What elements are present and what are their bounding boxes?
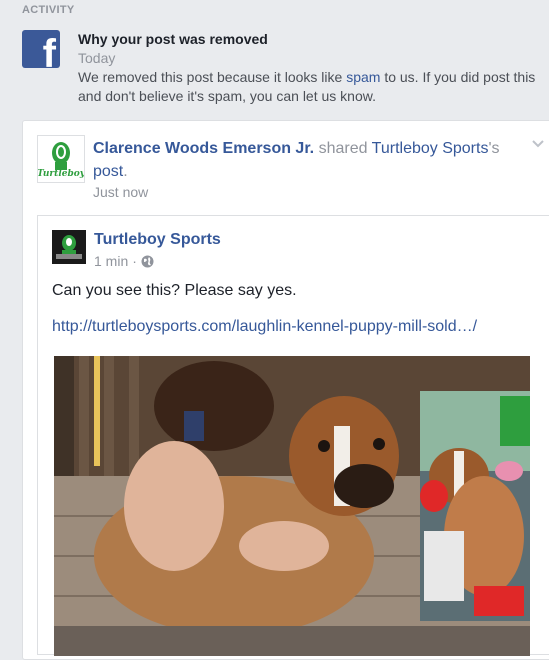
notice-body: We removed this post because it looks li… (78, 68, 548, 106)
post-text: Can you see this? Please say yes. (52, 282, 297, 299)
sharer-avatar-text: Turtleboy (38, 169, 84, 179)
shared-word: shared (314, 140, 372, 157)
facebook-logo-icon: f (22, 30, 60, 68)
share-header: Clarence Woods Emerson Jr. shared Turtle… (93, 137, 523, 183)
sharer-name-link[interactable]: Clarence Woods Emerson Jr. (93, 140, 314, 157)
globe-icon (141, 255, 154, 268)
chevron-down-icon[interactable] (531, 137, 545, 151)
notice-body-text: We removed this post because it looks li… (78, 69, 347, 85)
original-post: Turtleboy Sports 1 min · Can you see thi… (37, 215, 549, 656)
page-name-link[interactable]: Turtleboy Sports (94, 231, 221, 249)
notice-title: Why your post was removed (78, 31, 268, 47)
shared-post-link[interactable]: post (93, 163, 123, 180)
spam-link[interactable]: spam (346, 69, 380, 85)
post-meta: 1 min · (94, 253, 154, 269)
page-avatar[interactable] (52, 230, 86, 264)
post-time[interactable]: 1 min (94, 253, 128, 269)
share-timestamp[interactable]: Just now (93, 184, 148, 200)
meta-separator: · (132, 253, 137, 269)
link-preview-image[interactable] (54, 356, 530, 656)
activity-section-label: ACTIVITY (22, 4, 75, 16)
sharer-avatar[interactable]: Turtleboy (37, 135, 86, 183)
possessive: 's (488, 140, 500, 157)
shared-page-link[interactable]: Turtleboy Sports (372, 140, 489, 157)
period: . (123, 163, 128, 180)
post-url-link[interactable]: http://turtleboysports.com/laughlin-kenn… (52, 318, 477, 336)
shared-post-card: Turtleboy Clarence Woods Emerson Jr. sha… (22, 120, 549, 660)
notice-date: Today (78, 50, 116, 66)
